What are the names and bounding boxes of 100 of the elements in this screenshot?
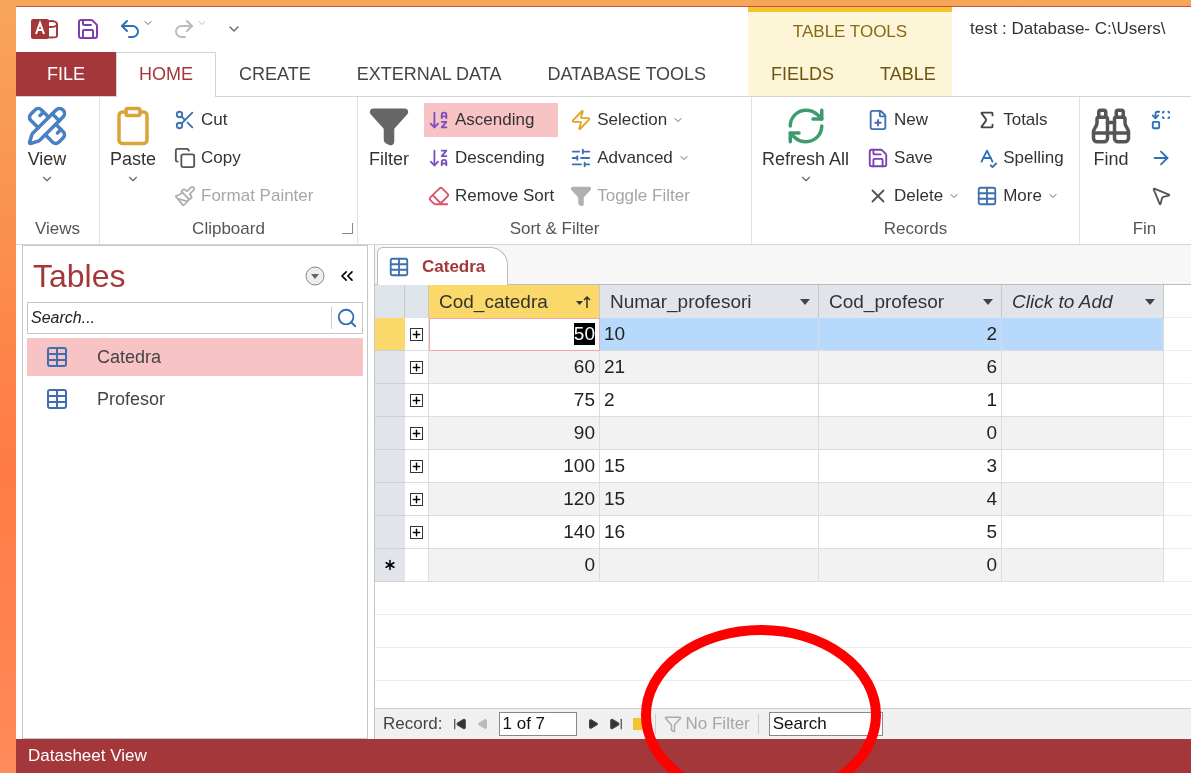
table-cell: 4 bbox=[819, 483, 1002, 517]
table-cell: 2 bbox=[600, 384, 819, 418]
table-cell: 1 bbox=[819, 384, 1002, 418]
expand-icon[interactable] bbox=[410, 327, 423, 341]
table-cell: 0 bbox=[819, 417, 1002, 451]
ribbon-button[interactable]: Delete bbox=[863, 178, 965, 213]
table-cell: 16 bbox=[600, 516, 819, 550]
last-record-icon[interactable] bbox=[608, 717, 623, 732]
document-tab-label: Catedra bbox=[422, 256, 486, 277]
ribbon-tab[interactable]: FIELDS bbox=[748, 51, 858, 96]
ribbon-tab[interactable]: HOME bbox=[116, 51, 216, 97]
column-header[interactable]: Click to Add bbox=[1002, 285, 1164, 319]
table-cell: 50 bbox=[429, 318, 600, 352]
table-cell: 21 bbox=[600, 351, 819, 385]
sort-ascending-icon bbox=[575, 294, 591, 309]
ribbon-button[interactable]: Selection bbox=[566, 102, 694, 137]
table-cell: 60 bbox=[429, 351, 600, 385]
header-spacer bbox=[405, 285, 429, 319]
save-icon bbox=[867, 146, 890, 169]
ribbon-tab[interactable]: CREATE bbox=[216, 51, 334, 96]
expand-icon[interactable] bbox=[410, 492, 423, 506]
nav-item[interactable]: Profesor bbox=[27, 380, 363, 419]
sliders-icon bbox=[570, 146, 593, 169]
record-label: Record: bbox=[383, 714, 443, 735]
expand-icon[interactable] bbox=[410, 393, 423, 407]
launcher-icon[interactable] bbox=[342, 223, 353, 235]
expand-icon[interactable] bbox=[410, 459, 423, 473]
save-icon[interactable] bbox=[76, 17, 100, 42]
ribbon-button[interactable]: Find bbox=[1084, 100, 1138, 215]
table-icon bbox=[976, 184, 999, 207]
expand-icon[interactable] bbox=[410, 426, 423, 440]
ribbon-button[interactable]: Ascending bbox=[424, 102, 559, 137]
nav-item-label: Catedra bbox=[97, 346, 162, 368]
table-cell: 0 bbox=[429, 549, 600, 583]
table-cell: 15 bbox=[600, 483, 819, 517]
table-cell: 2 bbox=[819, 318, 1002, 352]
group-label: Records bbox=[882, 218, 949, 241]
pane-title: Tables bbox=[33, 257, 126, 295]
next-record-icon[interactable] bbox=[586, 718, 599, 731]
expand-icon[interactable] bbox=[410, 360, 423, 374]
dropdown-icon[interactable] bbox=[983, 298, 993, 305]
replace-icon bbox=[1150, 108, 1172, 131]
nav-item[interactable]: Catedra bbox=[27, 338, 363, 377]
search-field[interactable]: Search bbox=[768, 712, 883, 737]
column-header[interactable]: Cod_catedra bbox=[429, 285, 600, 319]
search-field[interactable]: Search... bbox=[27, 302, 363, 335]
ribbon-button[interactable]: Descending bbox=[424, 140, 559, 175]
ribbon-button[interactable]: Advanced bbox=[566, 140, 694, 175]
dropdown-icon[interactable] bbox=[1145, 298, 1155, 305]
ribbon-button[interactable]: New bbox=[863, 102, 965, 137]
table-icon bbox=[45, 345, 69, 370]
group-label: Views bbox=[33, 218, 81, 241]
eraser-icon bbox=[428, 184, 450, 207]
group-label: Fin bbox=[1131, 218, 1158, 241]
ribbon-button[interactable]: Remove Sort bbox=[424, 178, 559, 213]
column-header[interactable]: Cod_profesor bbox=[819, 285, 1002, 319]
context-group-title: TABLE TOOLS bbox=[748, 7, 952, 52]
ribbon-tab[interactable]: DATABASE TOOLS bbox=[524, 51, 730, 96]
column-header[interactable]: Numar_profesori bbox=[600, 285, 819, 319]
table-cell: 90 bbox=[429, 417, 600, 451]
ribbon-tab[interactable]: EXTERNAL DATA bbox=[333, 51, 525, 96]
table-cell: 6 bbox=[819, 351, 1002, 385]
status-text: Datasheet View bbox=[16, 739, 1191, 773]
ribbon-button[interactable]: More bbox=[972, 178, 1068, 213]
table-cell: 120 bbox=[429, 483, 600, 517]
window-title: test : Database- C:\Users\ bbox=[969, 18, 1166, 41]
table-cell: 100 bbox=[429, 450, 600, 484]
table-icon bbox=[45, 387, 69, 412]
ribbon-tab[interactable]: FILE bbox=[16, 51, 116, 96]
nav-item-label: Profesor bbox=[97, 388, 166, 410]
ribbon-button[interactable]: Save bbox=[863, 140, 965, 175]
funnel-icon bbox=[570, 184, 593, 207]
ribbon-button[interactable]: Totals bbox=[972, 102, 1068, 137]
pencil-ruler-icon bbox=[26, 104, 68, 147]
table-cell: 10 bbox=[600, 318, 819, 352]
group-label: Clipboard bbox=[104, 214, 353, 245]
ribbon-button[interactable]: Copy bbox=[170, 140, 318, 175]
table-cell: 0 bbox=[819, 549, 1002, 583]
document-tab[interactable]: Catedra bbox=[377, 247, 509, 286]
table-cell: 75 bbox=[429, 384, 600, 418]
paintbrush-icon bbox=[174, 184, 197, 207]
ribbon-button[interactable]: Cut bbox=[170, 102, 318, 137]
ribbon-button[interactable]: Refresh All bbox=[756, 100, 856, 215]
lightning-icon bbox=[570, 108, 593, 131]
table-cell: 3 bbox=[819, 450, 1002, 484]
group-label: Sort & Filter bbox=[508, 218, 601, 241]
ribbon-button[interactable]: Paste bbox=[104, 100, 163, 215]
table-cell: 5 bbox=[819, 516, 1002, 550]
ribbon-tab[interactable]: TABLE bbox=[857, 51, 959, 96]
row-selector[interactable] bbox=[375, 549, 405, 583]
ribbon-button[interactable]: Spelling bbox=[972, 140, 1068, 175]
expand-icon[interactable] bbox=[410, 525, 423, 539]
dropdown-icon[interactable] bbox=[305, 266, 325, 287]
ribbon-button[interactable]: View bbox=[20, 100, 74, 215]
table-icon bbox=[388, 255, 410, 278]
first-record-icon[interactable] bbox=[452, 717, 467, 732]
ribbon-button[interactable]: Filter bbox=[362, 100, 416, 215]
copy-icon bbox=[174, 146, 197, 169]
dropdown-icon[interactable] bbox=[800, 298, 810, 305]
record-position-field[interactable]: 1 of 7 bbox=[498, 712, 577, 737]
